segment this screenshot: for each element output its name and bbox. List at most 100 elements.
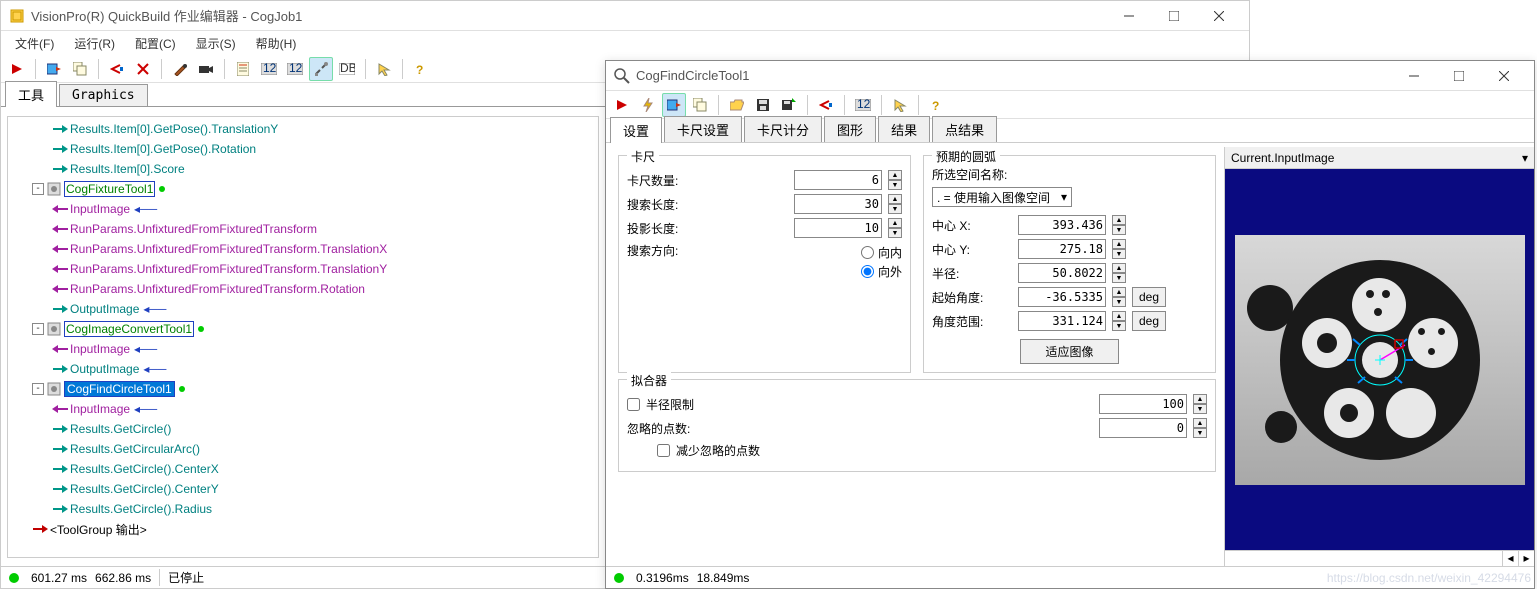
image-viewport[interactable]: [1225, 169, 1534, 550]
spin-down-icon[interactable]: ▼: [888, 204, 902, 214]
help-tool-icon[interactable]: ?: [925, 93, 949, 117]
tool-maximize-button[interactable]: [1436, 62, 1481, 90]
open-icon[interactable]: [725, 93, 749, 117]
spin-up-icon[interactable]: ▲: [1112, 287, 1126, 297]
space-name-combo[interactable]: . = 使用输入图像空间 ▾: [932, 187, 1072, 207]
radius-input[interactable]: [1018, 263, 1106, 283]
run-icon[interactable]: [5, 57, 29, 81]
menu-help[interactable]: 帮助(H): [248, 33, 305, 54]
tree-node[interactable]: Results.Item[0].GetPose().Rotation: [8, 139, 598, 159]
spin-up-icon[interactable]: ▲: [888, 170, 902, 180]
image-in-icon[interactable]: [42, 57, 66, 81]
tree-node[interactable]: Results.Item[0].GetPose().TranslationY: [8, 119, 598, 139]
close-button[interactable]: [1196, 2, 1241, 30]
menu-file[interactable]: 文件(F): [7, 33, 62, 54]
tab-results[interactable]: 结果: [878, 116, 930, 142]
counter-tool-icon[interactable]: 123: [851, 93, 875, 117]
db-icon[interactable]: DB: [335, 57, 359, 81]
tree-node[interactable]: OutputImage◂──: [8, 359, 598, 379]
tree-node[interactable]: Results.GetCircle().Radius: [8, 499, 598, 519]
reduce-ignore-checkbox[interactable]: [657, 444, 670, 457]
radio-outward[interactable]: [861, 265, 874, 278]
counter2-icon[interactable]: 123: [283, 57, 307, 81]
tree-node[interactable]: -CogFixtureTool1: [8, 179, 598, 199]
tree-node[interactable]: Results.GetCircle().CenterY: [8, 479, 598, 499]
spin-down-icon[interactable]: ▼: [888, 180, 902, 190]
fit-image-button[interactable]: 适应图像: [1020, 339, 1118, 364]
undo-icon[interactable]: [105, 57, 129, 81]
tools-icon[interactable]: [309, 57, 333, 81]
tree-toggle[interactable]: -: [32, 383, 44, 395]
spin-up-icon[interactable]: ▲: [1112, 311, 1126, 321]
brush-icon[interactable]: [168, 57, 192, 81]
spin-up-icon[interactable]: ▲: [1112, 215, 1126, 225]
tool-minimize-button[interactable]: [1391, 62, 1436, 90]
tab-tools[interactable]: 工具: [5, 81, 57, 107]
tree-node[interactable]: Results.GetCircle().CenterX: [8, 459, 598, 479]
copy-tool-icon[interactable]: [688, 93, 712, 117]
image-header[interactable]: Current.InputImage ▾: [1225, 147, 1534, 169]
spin-down-icon[interactable]: ▼: [1112, 321, 1126, 331]
tab-caliper-score[interactable]: 卡尺计分: [744, 116, 822, 142]
tab-settings[interactable]: 设置: [610, 117, 662, 143]
tab-graphic[interactable]: 图形: [824, 116, 876, 142]
counter1-icon[interactable]: 123: [257, 57, 281, 81]
tree-node[interactable]: RunParams.UnfixturedFromFixturedTransfor…: [8, 239, 598, 259]
image-in-tool-icon[interactable]: [662, 93, 686, 117]
center-x-input[interactable]: [1018, 215, 1106, 235]
spin-up-icon[interactable]: ▲: [1193, 418, 1207, 428]
tree-toggle[interactable]: -: [32, 183, 44, 195]
spin-up-icon[interactable]: ▲: [888, 218, 902, 228]
spin-down-icon[interactable]: ▼: [1112, 225, 1126, 235]
camera-icon[interactable]: [194, 57, 218, 81]
note-icon[interactable]: [231, 57, 255, 81]
tree-node[interactable]: RunParams.UnfixturedFromFixturedTransfor…: [8, 279, 598, 299]
tree-node[interactable]: InputImage◂──: [8, 199, 598, 219]
menu-config[interactable]: 配置(C): [127, 33, 184, 54]
lightning-icon[interactable]: [636, 93, 660, 117]
radio-inward[interactable]: [861, 246, 874, 259]
tree-node[interactable]: Results.Item[0].Score: [8, 159, 598, 179]
image-scrollbar[interactable]: ◂ ▸: [1225, 550, 1534, 566]
save-as-icon[interactable]: [777, 93, 801, 117]
spin-down-icon[interactable]: ▼: [1112, 249, 1126, 259]
menu-run[interactable]: 运行(R): [66, 33, 123, 54]
tree-node[interactable]: OutputImage◂──: [8, 299, 598, 319]
tab-caliper-settings[interactable]: 卡尺设置: [664, 116, 742, 142]
maximize-button[interactable]: [1151, 2, 1196, 30]
tree-node[interactable]: InputImage◂──: [8, 339, 598, 359]
copy-icon[interactable]: [68, 57, 92, 81]
tab-graphics[interactable]: Graphics: [59, 84, 148, 106]
pointer-icon[interactable]: [372, 57, 396, 81]
scroll-right-icon[interactable]: ▸: [1518, 551, 1534, 566]
tree-node[interactable]: Results.GetCircle(): [8, 419, 598, 439]
spin-up-icon[interactable]: ▲: [1193, 394, 1207, 404]
tree-node[interactable]: <ToolGroup 输出>: [8, 519, 598, 539]
delete-icon[interactable]: [131, 57, 155, 81]
deg-button-2[interactable]: deg: [1132, 311, 1166, 331]
num-calipers-input[interactable]: [794, 170, 882, 190]
spin-up-icon[interactable]: ▲: [888, 194, 902, 204]
spin-up-icon[interactable]: ▲: [1112, 239, 1126, 249]
tool-tree[interactable]: Results.Item[0].GetPose().TranslationYRe…: [7, 116, 599, 558]
tree-toggle[interactable]: -: [32, 323, 44, 335]
center-y-input[interactable]: [1018, 239, 1106, 259]
deg-button[interactable]: deg: [1132, 287, 1166, 307]
spin-down-icon[interactable]: ▼: [1112, 273, 1126, 283]
spin-down-icon[interactable]: ▼: [888, 228, 902, 238]
proj-len-input[interactable]: [794, 218, 882, 238]
minimize-button[interactable]: [1106, 2, 1151, 30]
run-tool-icon[interactable]: [610, 93, 634, 117]
radius-constraint-checkbox[interactable]: [627, 398, 640, 411]
tree-node[interactable]: RunParams.UnfixturedFromFixturedTransfor…: [8, 259, 598, 279]
spin-down-icon[interactable]: ▼: [1193, 404, 1207, 414]
scroll-left-icon[interactable]: ◂: [1502, 551, 1518, 566]
pointer-tool-icon[interactable]: [888, 93, 912, 117]
tab-point-results[interactable]: 点结果: [932, 116, 997, 142]
tree-node[interactable]: -CogFindCircleTool1: [8, 379, 598, 399]
spin-up-icon[interactable]: ▲: [1112, 263, 1126, 273]
radius-constraint-input[interactable]: [1099, 394, 1187, 414]
spin-down-icon[interactable]: ▼: [1112, 297, 1126, 307]
angle-span-input[interactable]: [1018, 311, 1106, 331]
start-angle-input[interactable]: [1018, 287, 1106, 307]
